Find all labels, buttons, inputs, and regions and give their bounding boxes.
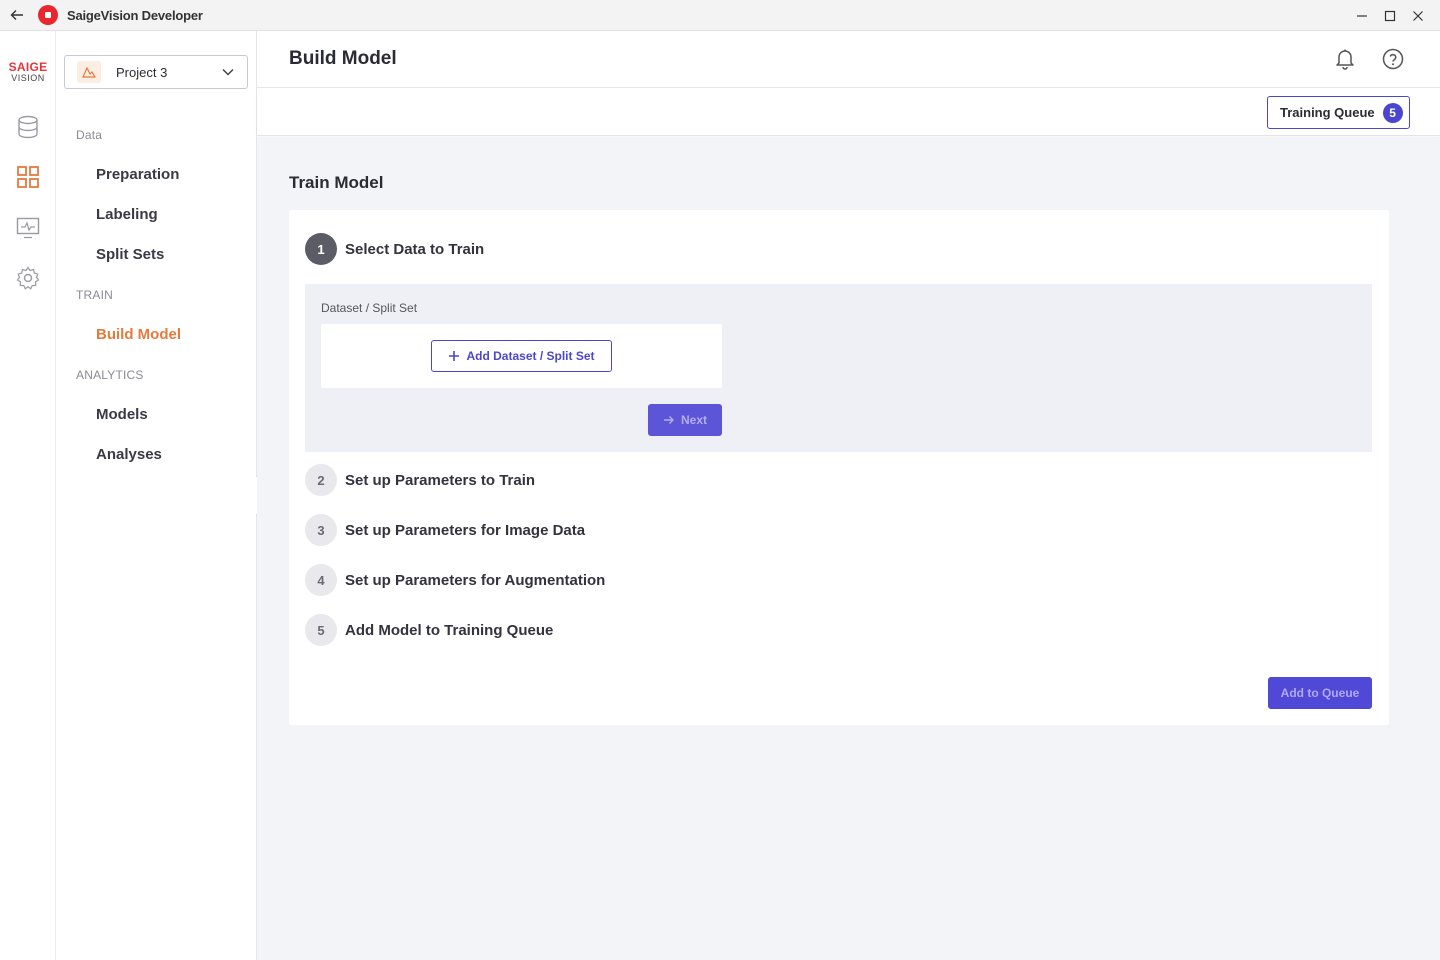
step-3[interactable]: 3 Set up Parameters for Image Data [305, 514, 585, 546]
step-1[interactable]: 1 Select Data to Train [305, 233, 484, 265]
training-queue-count-badge: 5 [1382, 102, 1403, 123]
step-1-panel: Dataset / Split Set Add Dataset / Split … [305, 284, 1372, 452]
step-number: 1 [305, 233, 337, 265]
step-5[interactable]: 5 Add Model to Training Queue [305, 614, 553, 646]
step-title: Set up Parameters to Train [345, 471, 536, 489]
project-icon [77, 61, 101, 83]
step-number: 2 [305, 464, 337, 496]
add-dataset-label: Add Dataset / Split Set [466, 349, 595, 363]
next-button[interactable]: Next [648, 404, 722, 436]
nav-item-analyses[interactable]: Analyses [96, 446, 162, 463]
step-number: 5 [305, 614, 337, 646]
arrow-right-icon [663, 416, 674, 424]
window-title: SaigeVision Developer [67, 7, 203, 23]
training-queue-button[interactable]: Training Queue 5 [1267, 96, 1410, 129]
section-label-analytics: ANALYTICS [76, 368, 144, 382]
project-name: Project 3 [116, 64, 168, 80]
page-header: Build Model [257, 31, 1440, 88]
window-titlebar: SaigeVision Developer [0, 0, 1440, 31]
step-title: Set up Parameters for Augmentation [345, 571, 606, 589]
next-label: Next [680, 413, 707, 427]
back-arrow-icon[interactable] [9, 7, 25, 23]
project-dropdown[interactable]: Project 3 [64, 55, 248, 89]
training-queue-label: Training Queue [1280, 105, 1375, 120]
chevron-down-icon [221, 65, 235, 79]
app-logo-icon [38, 5, 58, 25]
dataset-field-label: Dataset / Split Set [321, 301, 418, 315]
step-2[interactable]: 2 Set up Parameters to Train [305, 464, 535, 496]
section-label-data: Data [76, 128, 103, 142]
step-number: 3 [305, 514, 337, 546]
step-title: Select Data to Train [345, 240, 485, 258]
nav-item-preparation[interactable]: Preparation [96, 166, 179, 183]
minimize-icon[interactable] [1348, 0, 1376, 31]
add-dataset-button[interactable]: Add Dataset / Split Set [431, 340, 612, 372]
add-to-queue-label: Add to Queue [1280, 686, 1360, 700]
step-number: 4 [305, 564, 337, 596]
nav-item-build-model[interactable]: Build Model [96, 326, 181, 343]
step-title: Set up Parameters for Image Data [345, 521, 586, 539]
brand-name-top: SAIGE [8, 60, 48, 74]
grid-icon[interactable] [14, 163, 42, 191]
bell-icon[interactable] [1333, 47, 1357, 71]
close-icon[interactable] [1404, 0, 1432, 31]
nav-item-split-sets[interactable]: Split Sets [96, 246, 164, 263]
train-model-card: 1 Select Data to Train Dataset / Split S… [289, 210, 1389, 725]
window-controls [1348, 0, 1440, 31]
brand-logo: SAIGE VISION [0, 31, 56, 83]
step-title: Add Model to Training Queue [345, 621, 554, 639]
section-title: Train Model [289, 173, 384, 192]
nav-item-models[interactable]: Models [96, 406, 148, 423]
maximize-icon[interactable] [1376, 0, 1404, 31]
page-title: Build Model [289, 48, 397, 69]
add-to-queue-button[interactable]: Add to Queue [1268, 677, 1372, 709]
main-content: Train Model 1 Select Data to Train Datas… [257, 137, 1440, 960]
gear-icon[interactable] [14, 264, 42, 292]
plus-icon [449, 351, 460, 361]
page-subheader: Training Queue 5 [257, 88, 1440, 136]
monitor-icon[interactable] [14, 214, 42, 242]
dataset-selection-box: Add Dataset / Split Set [321, 324, 722, 388]
help-icon[interactable] [1381, 47, 1405, 71]
sidebar: Project 3 Data Preparation Labeling Spli… [56, 31, 257, 960]
database-icon[interactable] [14, 113, 42, 141]
brand-name-bottom: VISION [11, 73, 45, 83]
nav-item-labeling[interactable]: Labeling [96, 206, 158, 223]
section-label-train: TRAIN [76, 288, 113, 302]
step-4[interactable]: 4 Set up Parameters for Augmentation [305, 564, 605, 596]
